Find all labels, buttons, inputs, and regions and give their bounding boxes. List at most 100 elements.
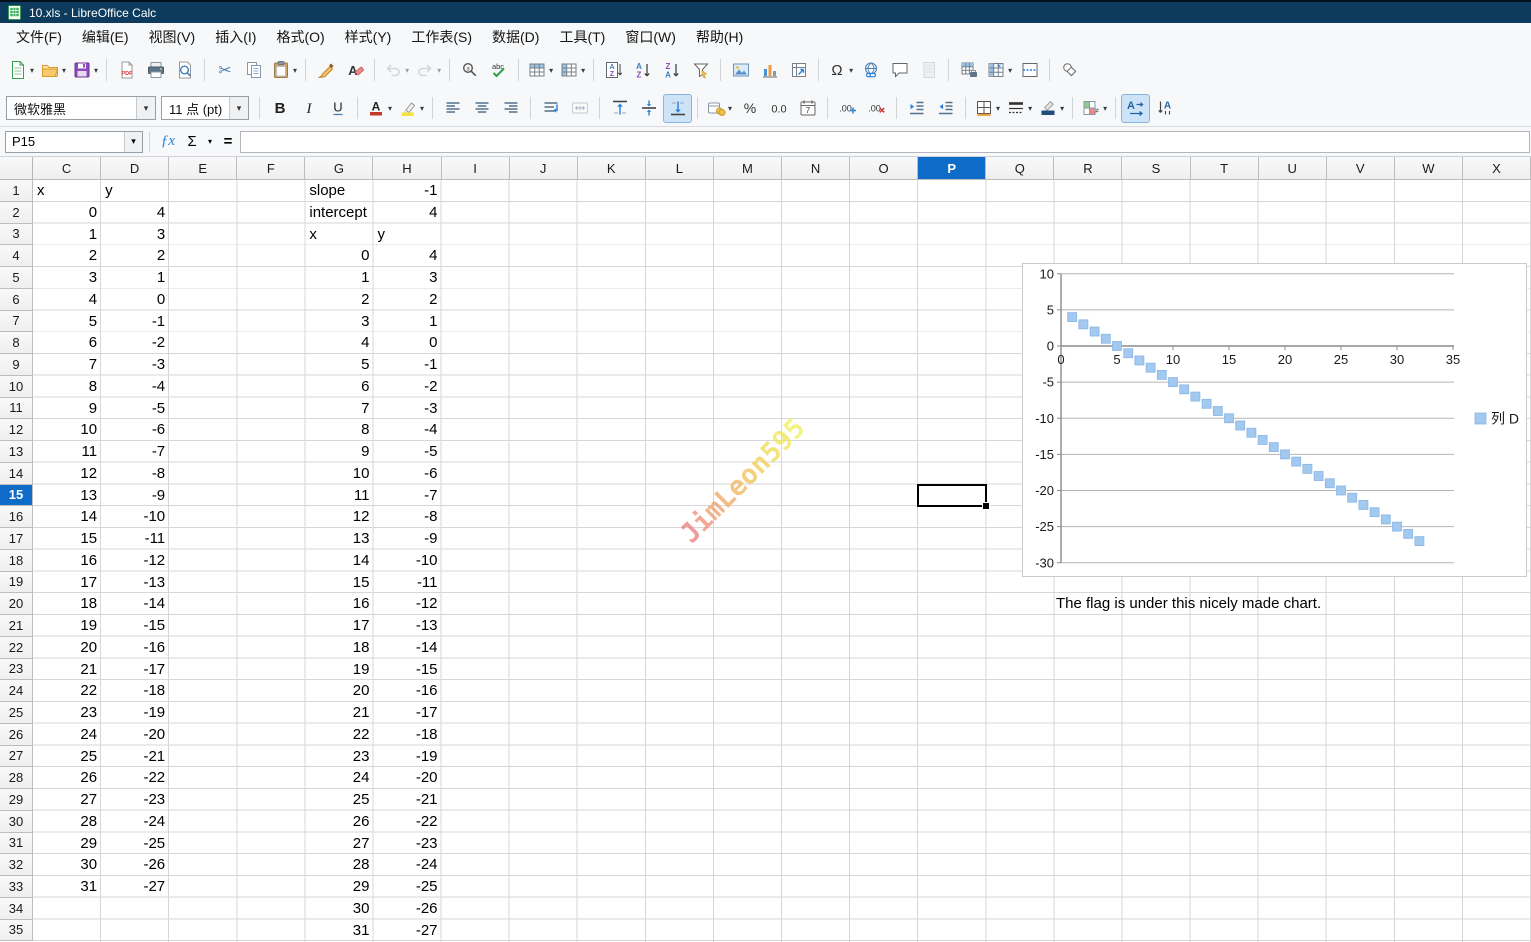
menu-item-3[interactable]: 插入(I) (205, 24, 266, 50)
insert-column-caret-icon[interactable]: ▾ (581, 66, 585, 75)
find-replace-button[interactable]: a (456, 57, 483, 84)
cell-D21[interactable]: -15 (101, 615, 169, 637)
menu-item-1[interactable]: 编辑(E) (72, 24, 139, 50)
cell-D2[interactable]: 4 (101, 202, 169, 224)
cell-C27[interactable]: 25 (33, 746, 101, 768)
row-header-20[interactable]: 20 (0, 593, 33, 615)
cell-D17[interactable]: -11 (101, 528, 169, 550)
align-left-button[interactable] (439, 95, 466, 122)
cell-H12[interactable]: -4 (373, 419, 441, 441)
row-header-27[interactable]: 27 (0, 746, 33, 768)
cell-D24[interactable]: -18 (101, 680, 169, 702)
clone-formatting-button[interactable] (312, 57, 339, 84)
data-point[interactable] (1079, 320, 1088, 329)
conditional-formatting-button[interactable]: ≠▾ (1079, 95, 1109, 122)
cell-H34[interactable]: -26 (373, 898, 441, 920)
cell-H21[interactable]: -13 (373, 615, 441, 637)
row-header-6[interactable]: 6 (0, 289, 33, 311)
open-button[interactable]: ▾ (38, 57, 68, 84)
cell-C29[interactable]: 27 (33, 789, 101, 811)
cell-D25[interactable]: -19 (101, 702, 169, 724)
row-header-3[interactable]: 3 (0, 224, 33, 246)
cell-G20[interactable]: 16 (305, 593, 373, 615)
menu-item-6[interactable]: 工作表(S) (401, 24, 482, 50)
menu-item-5[interactable]: 样式(Y) (335, 24, 402, 50)
paste-caret-icon[interactable]: ▾ (293, 66, 297, 75)
insert-comment-button[interactable] (886, 57, 913, 84)
new-document-button[interactable]: ▾ (6, 57, 36, 84)
cell-C20[interactable]: 18 (33, 593, 101, 615)
show-draw-functions-button[interactable] (1056, 57, 1083, 84)
cell-H31[interactable]: -23 (373, 833, 441, 855)
cell-C25[interactable]: 23 (33, 702, 101, 724)
cell-D26[interactable]: -20 (101, 724, 169, 746)
freeze-rows-columns-caret-icon[interactable]: ▾ (1008, 66, 1012, 75)
row-header-31[interactable]: 31 (0, 833, 33, 855)
cell-H30[interactable]: -22 (373, 811, 441, 833)
cell-C2[interactable]: 0 (33, 202, 101, 224)
data-point[interactable] (1370, 508, 1379, 517)
menu-item-8[interactable]: 工具(T) (549, 24, 615, 50)
bold-button[interactable]: B (266, 95, 293, 122)
cell-D27[interactable]: -21 (101, 746, 169, 768)
column-header-G[interactable]: G (305, 157, 373, 180)
save-caret-icon[interactable]: ▾ (94, 66, 98, 75)
border-style-button[interactable]: ▾ (1004, 95, 1034, 122)
column-header-W[interactable]: W (1395, 157, 1463, 180)
cell-C14[interactable]: 12 (33, 463, 101, 485)
cell-H25[interactable]: -17 (373, 702, 441, 724)
cell-D31[interactable]: -25 (101, 833, 169, 855)
cell-C26[interactable]: 24 (33, 724, 101, 746)
cell-C18[interactable]: 16 (33, 550, 101, 572)
cell-D22[interactable]: -16 (101, 637, 169, 659)
print-button[interactable] (142, 57, 169, 84)
cell-H1[interactable]: -1 (373, 180, 441, 202)
cell-D13[interactable]: -7 (101, 441, 169, 463)
sum-button[interactable]: Σ (180, 130, 204, 154)
sum-dropdown-icon[interactable]: ▾ (204, 130, 216, 154)
data-point[interactable] (1101, 334, 1110, 343)
column-header-Q[interactable]: Q (986, 157, 1054, 180)
borders-button[interactable]: ▾ (972, 95, 1002, 122)
row-header-33[interactable]: 33 (0, 876, 33, 898)
row-header-25[interactable]: 25 (0, 702, 33, 724)
row-header-16[interactable]: 16 (0, 506, 33, 528)
cell-H13[interactable]: -5 (373, 441, 441, 463)
row-header-1[interactable]: 1 (0, 180, 33, 202)
equals-button[interactable]: = (216, 130, 240, 154)
cell-G30[interactable]: 26 (305, 811, 373, 833)
borders-caret-icon[interactable]: ▾ (996, 104, 1000, 113)
export-pdf-button[interactable]: PDF (113, 57, 140, 84)
data-point[interactable] (1202, 399, 1211, 408)
data-point[interactable] (1404, 529, 1413, 538)
cell-C4[interactable]: 2 (33, 245, 101, 267)
cell-G28[interactable]: 24 (305, 767, 373, 789)
cell-C3[interactable]: 1 (33, 224, 101, 246)
cell-H6[interactable]: 2 (373, 289, 441, 311)
special-character-caret-icon[interactable]: ▾ (849, 66, 853, 75)
add-decimal-button[interactable]: .00 (834, 95, 861, 122)
insert-chart-button[interactable] (756, 57, 783, 84)
cell-D7[interactable]: -1 (101, 311, 169, 333)
data-point[interactable] (1269, 443, 1278, 452)
row-header-14[interactable]: 14 (0, 463, 33, 485)
data-point[interactable] (1225, 414, 1234, 423)
data-point[interactable] (1415, 537, 1424, 546)
cell-H9[interactable]: -1 (373, 354, 441, 376)
hyperlink-button[interactable] (857, 57, 884, 84)
cell-C9[interactable]: 7 (33, 354, 101, 376)
border-color-caret-icon[interactable]: ▾ (1060, 104, 1064, 113)
split-window-button[interactable] (1016, 57, 1043, 84)
select-all-corner[interactable] (0, 157, 33, 180)
border-color-button[interactable]: ▾ (1036, 95, 1066, 122)
font-size-dropdown-icon[interactable]: ▾ (229, 97, 248, 119)
row-header-34[interactable]: 34 (0, 898, 33, 920)
data-point[interactable] (1135, 356, 1144, 365)
cell-C12[interactable]: 10 (33, 419, 101, 441)
cell-D1[interactable]: y (101, 180, 169, 202)
center-vertically-button[interactable] (635, 95, 662, 122)
cell-G17[interactable]: 13 (305, 528, 373, 550)
cell-D23[interactable]: -17 (101, 659, 169, 681)
new-document-caret-icon[interactable]: ▾ (30, 66, 34, 75)
row-header-29[interactable]: 29 (0, 789, 33, 811)
